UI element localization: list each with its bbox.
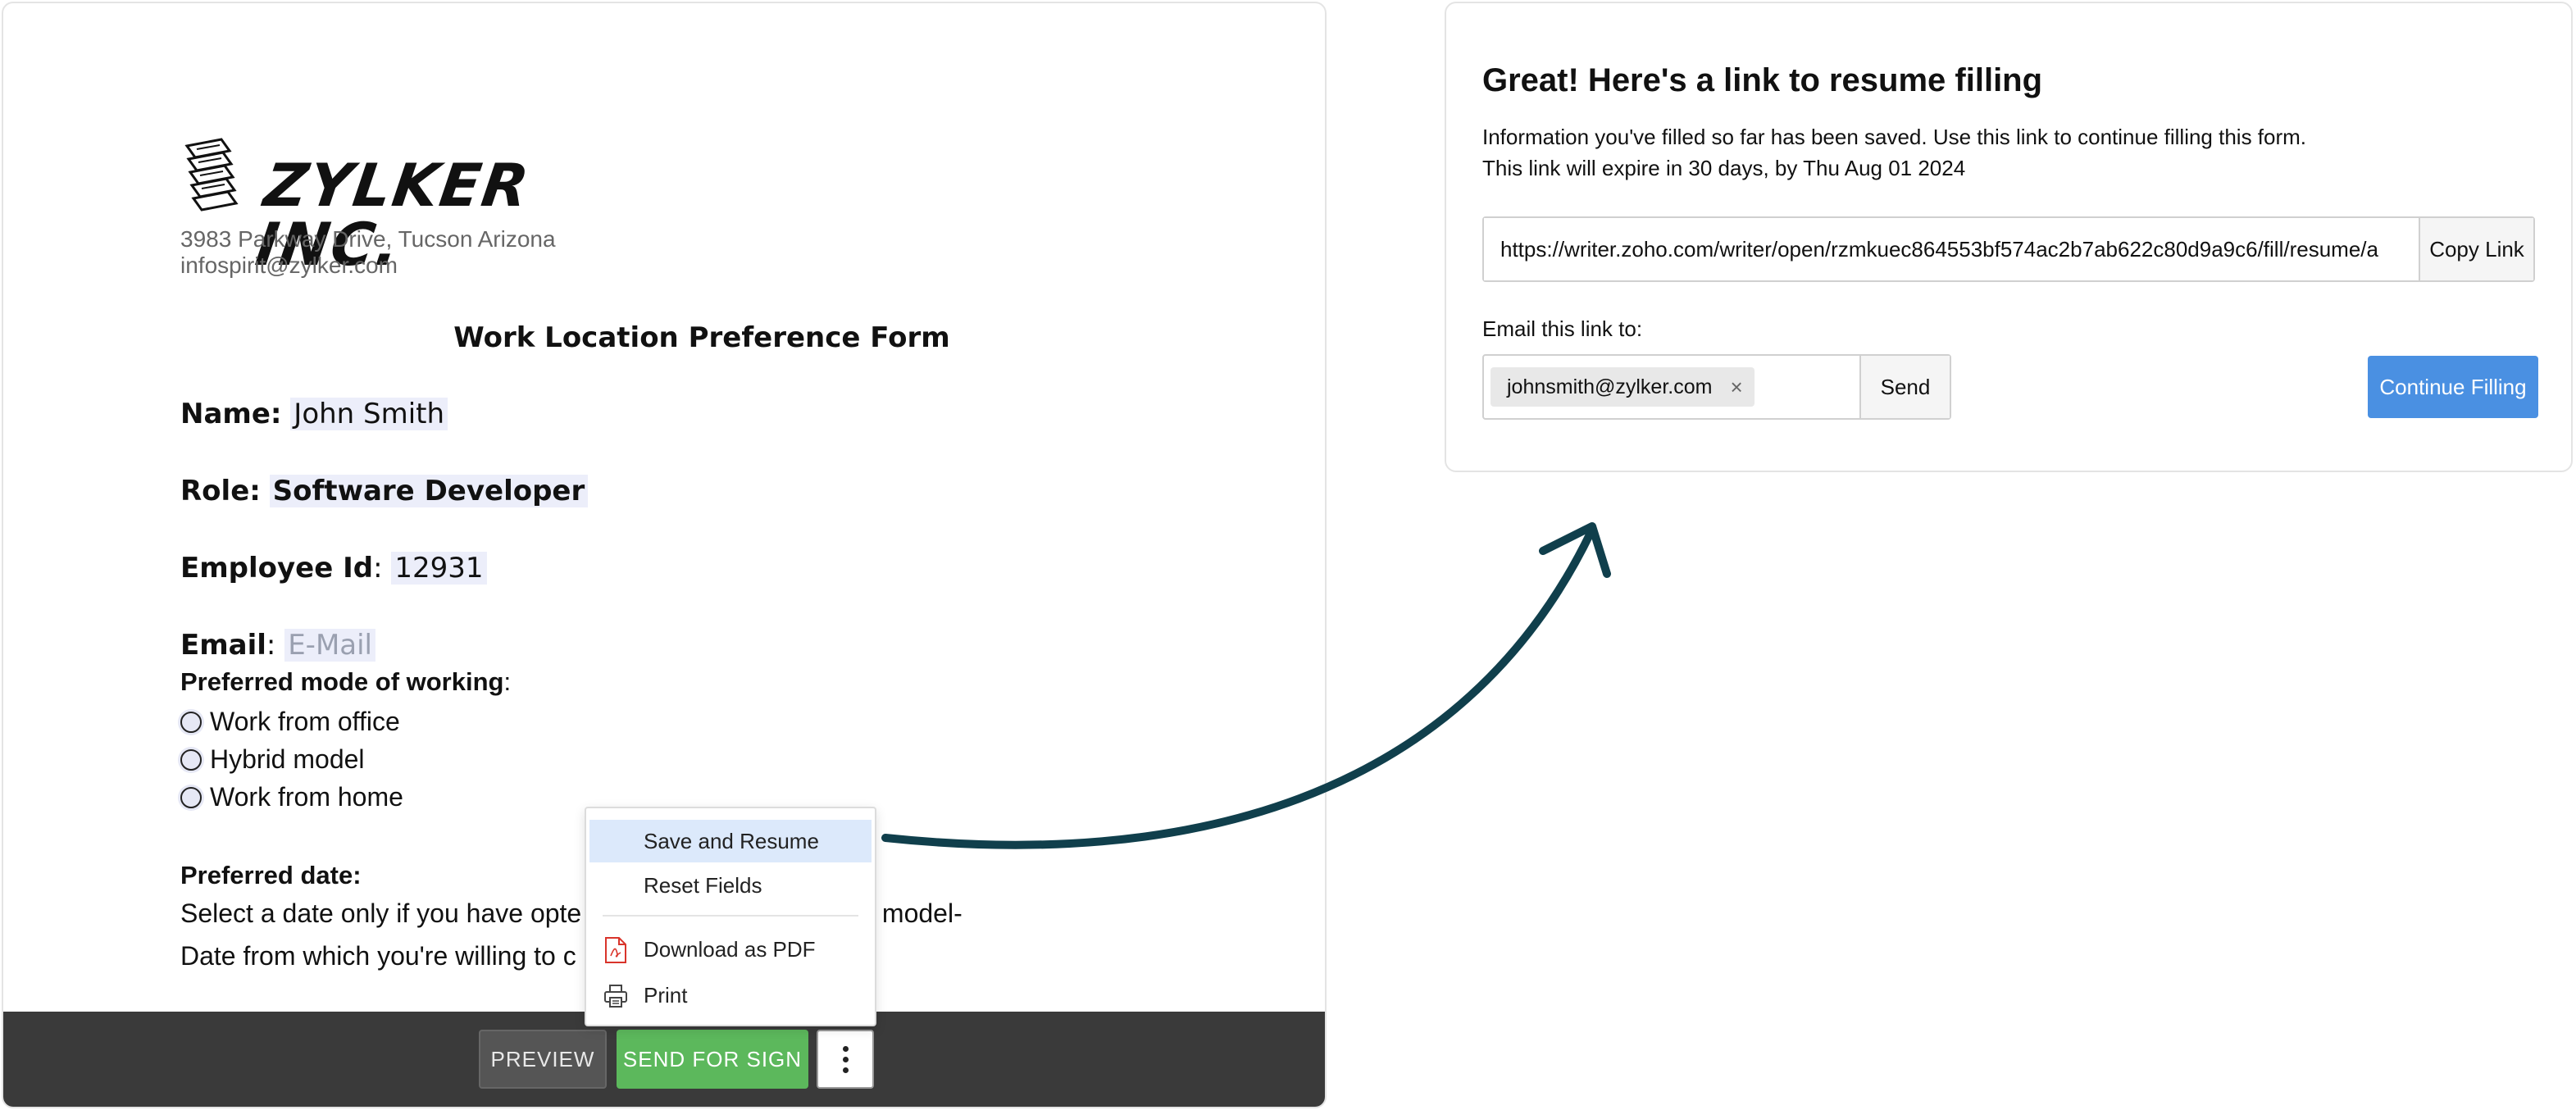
radio-label: Work from home (210, 782, 403, 812)
form-title: Work Location Preference Form (453, 321, 950, 354)
email-chip-label: johnsmith@zylker.com (1507, 375, 1713, 398)
curved-arrow-icon (881, 522, 1611, 849)
resume-link-card: Great! Here's a link to resume filling I… (1445, 2, 2573, 472)
date-instruction-start: Select a date only if you have opte (180, 898, 582, 928)
preferred-mode-label: Preferred mode of working: (180, 667, 511, 697)
more-options-menu: Save and Resume Reset Fields Download as… (585, 807, 876, 1026)
kebab-menu-icon (842, 1045, 849, 1073)
menu-item-label: Download as PDF (644, 936, 816, 962)
preferred-date-label: Preferred date: (180, 861, 362, 889)
email-field[interactable]: E-Mail (284, 629, 376, 662)
resume-link-box: Copy Link (1482, 216, 2535, 282)
radio-button[interactable] (180, 786, 202, 808)
colon: : (266, 629, 276, 662)
role-label: Role: (180, 475, 261, 507)
name-field[interactable]: John Smith (290, 398, 448, 430)
card-title: Great! Here's a link to resume filling (1482, 62, 2043, 98)
employee-id-row: Employee Id: 12931 (180, 549, 487, 587)
email-recipient-box: johnsmith@zylker.com × Send (1482, 354, 1951, 420)
send-button[interactable]: Send (1859, 356, 1950, 418)
logo-papers-icon (184, 138, 239, 212)
colon: : (373, 552, 383, 585)
radio-label: Work from office (210, 707, 400, 736)
more-options-button[interactable] (817, 1030, 874, 1089)
menu-item-label: Reset Fields (644, 872, 762, 898)
menu-item-download-pdf[interactable]: Download as PDF (589, 928, 872, 971)
preferred-mode-text: Preferred mode of working (180, 667, 504, 696)
company-address: 3983 Parkway Drive, Tucson Arizona (180, 226, 556, 252)
copy-link-button[interactable]: Copy Link (2419, 218, 2533, 280)
menu-divider (603, 915, 858, 917)
radio-option[interactable]: Hybrid model (180, 744, 365, 775)
close-icon[interactable]: × (1730, 375, 1742, 400)
name-label: Name: (180, 398, 282, 430)
email-chip: johnsmith@zylker.com × (1491, 367, 1755, 407)
colon: : (503, 667, 512, 696)
radio-option[interactable]: Work from office (180, 707, 400, 737)
preview-button[interactable]: PREVIEW (479, 1030, 607, 1089)
send-for-sign-button[interactable]: SEND FOR SIGN (617, 1030, 808, 1089)
menu-item-label: Print (644, 982, 688, 1008)
menu-item-print[interactable]: Print (589, 974, 872, 1017)
role-row: Role: Software Developer (180, 472, 589, 510)
continue-filling-button[interactable]: Continue Filling (2368, 356, 2538, 418)
pdf-icon (605, 937, 626, 963)
email-label: Email (180, 629, 266, 662)
email-recipient-input[interactable]: johnsmith@zylker.com × (1484, 356, 1859, 418)
menu-item-label: Save and Resume (644, 828, 819, 853)
company-logo: ZYLKER INC. (180, 138, 672, 279)
expiry-info-text: This link will expire in 30 days, by Thu… (1482, 156, 1966, 180)
name-row: Name: John Smith (180, 395, 448, 433)
company-email: infospirit@zylker.com (180, 252, 398, 278)
employee-id-field[interactable]: 12931 (391, 552, 487, 585)
radio-label: Hybrid model (210, 744, 365, 774)
employee-id-label: Employee Id (180, 552, 374, 585)
resume-link-input[interactable] (1484, 218, 2419, 280)
menu-item-reset-fields[interactable]: Reset Fields (589, 864, 872, 907)
printer-icon (604, 985, 627, 1008)
radio-button[interactable] (180, 748, 202, 771)
role-field[interactable]: Software Developer (269, 475, 589, 507)
radio-option[interactable]: Work from home (180, 782, 403, 812)
email-row: Email: E-Mail (180, 626, 376, 664)
radio-button[interactable] (180, 711, 202, 733)
menu-item-save-and-resume[interactable]: Save and Resume (589, 820, 872, 862)
date-from-text: Date from which you're willing to c (180, 941, 576, 971)
saved-info-text: Information you've filled so far has bee… (1482, 125, 2307, 149)
email-link-label: Email this link to: (1482, 316, 1643, 341)
